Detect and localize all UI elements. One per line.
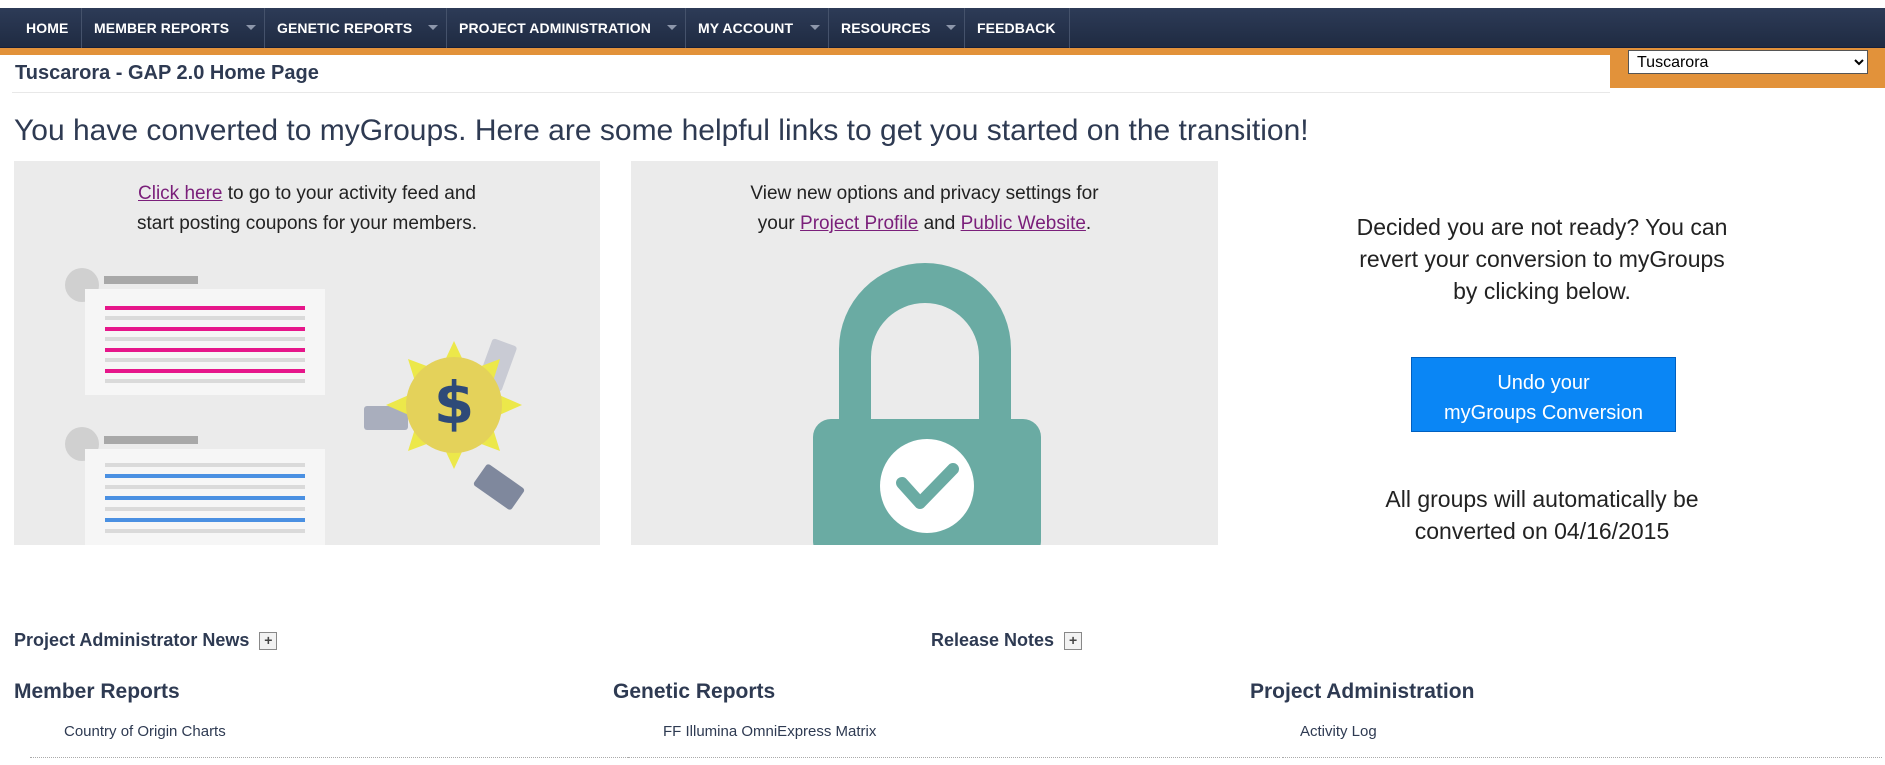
chevron-down-icon: [946, 25, 956, 30]
news-section-header: Project Administrator News +: [14, 630, 278, 651]
conversion-headline: You have converted to myGroups. Here are…: [14, 114, 1309, 147]
chevron-down-icon: [246, 25, 256, 30]
accent-bar: [0, 48, 1885, 55]
svg-text:$: $: [434, 369, 474, 437]
nav-project-administration-label: PROJECT ADMINISTRATION: [459, 20, 651, 36]
nav-genetic-reports-label: GENETIC REPORTS: [277, 20, 413, 36]
nav-home-label: HOME: [26, 20, 69, 36]
revert-line-2: revert your conversion to myGroups: [1359, 246, 1725, 272]
nav-member-reports[interactable]: MEMBER REPORTS: [82, 8, 265, 48]
divider: [12, 92, 1610, 93]
revert-line-3: by clicking below.: [1453, 278, 1631, 304]
main-nav: HOME MEMBER REPORTS GENETIC REPORTS PROJ…: [0, 8, 1885, 48]
nav-resources-label: RESOURCES: [841, 20, 931, 36]
auto-convert-line-2: converted on 04/16/2015: [1414, 518, 1670, 544]
country-of-origin-charts-link[interactable]: Country of Origin Charts: [64, 723, 226, 740]
genetic-reports-heading: Genetic Reports: [613, 680, 776, 703]
undo-button-line-2: myGroups Conversion: [1444, 401, 1643, 424]
nav-my-account-label: MY ACCOUNT: [698, 20, 794, 36]
activity-feed-panel: Click here to go to your activity feed a…: [14, 161, 600, 545]
auto-convert-message: All groups will automatically be convert…: [1262, 483, 1822, 547]
chevron-down-icon: [428, 25, 438, 30]
undo-conversion-button[interactable]: Undo your myGroups Conversion: [1411, 357, 1676, 432]
ff-illumina-matrix-link[interactable]: FF Illumina OmniExpress Matrix: [663, 723, 876, 740]
nav-feedback-label: FEEDBACK: [977, 20, 1056, 36]
auto-convert-line-1: All groups will automatically be: [1385, 486, 1699, 512]
nav-my-account[interactable]: MY ACCOUNT: [686, 8, 829, 48]
nav-home[interactable]: HOME: [14, 8, 82, 48]
lock-icon: [813, 263, 1041, 545]
nav-resources[interactable]: RESOURCES: [829, 8, 965, 48]
revert-line-1: Decided you are not ready? You can: [1356, 214, 1728, 240]
nav-genetic-reports[interactable]: GENETIC REPORTS: [265, 8, 447, 48]
chevron-down-icon: [810, 25, 820, 30]
divider: [1282, 757, 1882, 758]
divider: [30, 757, 644, 758]
coupons-illustration: $: [65, 268, 525, 545]
activity-log-link[interactable]: Activity Log: [1300, 723, 1377, 740]
nav-member-reports-label: MEMBER REPORTS: [94, 20, 230, 36]
revert-message: Decided you are not ready? You can rever…: [1262, 211, 1822, 307]
member-reports-heading: Member Reports: [14, 680, 180, 703]
undo-button-line-1: Undo your: [1497, 371, 1590, 394]
release-notes-header: Release Notes +: [931, 630, 1083, 651]
checkmark-icon: [880, 439, 974, 533]
release-notes-title: Release Notes: [931, 630, 1055, 650]
nav-feedback[interactable]: FEEDBACK: [965, 8, 1070, 48]
expand-release-notes-plus-icon[interactable]: +: [1064, 632, 1083, 651]
chevron-down-icon: [667, 25, 677, 30]
group-select[interactable]: Tuscarora: [1628, 50, 1868, 74]
divider: [628, 757, 1280, 758]
expand-news-plus-icon[interactable]: +: [259, 632, 278, 651]
privacy-panel: View new options and privacy settings fo…: [631, 161, 1218, 545]
news-section-title: Project Administrator News: [14, 630, 250, 650]
nav-project-administration[interactable]: PROJECT ADMINISTRATION: [447, 8, 686, 48]
page-title: Tuscarora - GAP 2.0 Home Page: [15, 62, 319, 84]
project-administration-heading: Project Administration: [1250, 680, 1475, 703]
top-strip: [0, 0, 1885, 8]
